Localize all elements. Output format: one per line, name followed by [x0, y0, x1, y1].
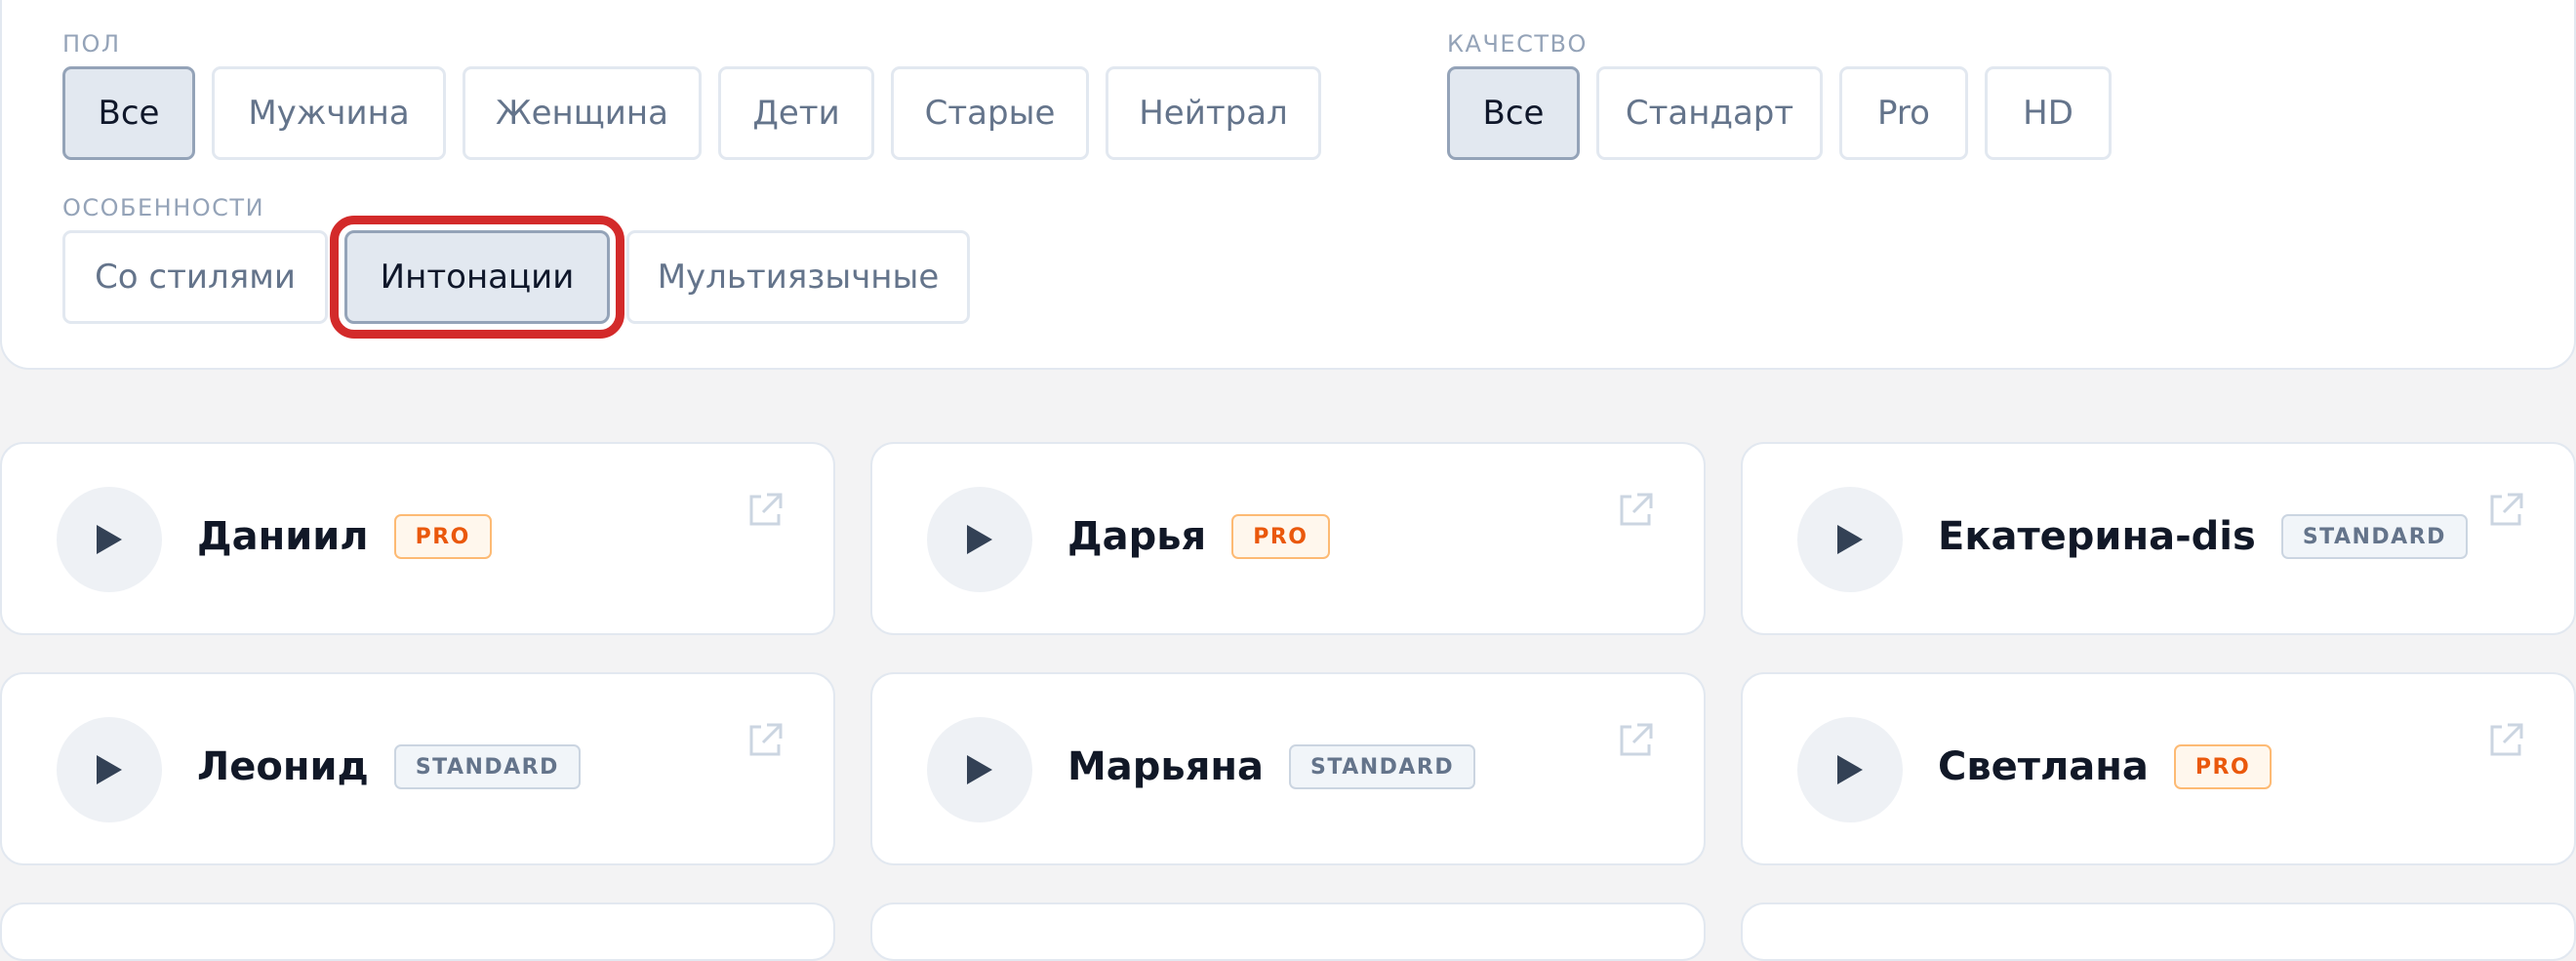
features-chips: Со стилями Интонации Мультиязычные: [62, 216, 970, 339]
voice-card-header: Светлана PRO: [1938, 744, 2273, 789]
voice-name: Марьяна: [1067, 744, 1265, 789]
gender-female-chip[interactable]: Женщина: [463, 66, 702, 160]
voice-card[interactable]: Леонид STANDARD: [0, 672, 835, 865]
gender-old-chip[interactable]: Старые: [891, 66, 1089, 160]
play-icon: [1837, 525, 1863, 554]
quality-standard-chip[interactable]: Стандарт: [1596, 66, 1823, 160]
external-link-icon[interactable]: [1616, 491, 1655, 530]
play-icon: [967, 755, 992, 784]
gender-all-chip[interactable]: Все: [62, 66, 195, 160]
voice-name: Дарья: [1067, 514, 1207, 559]
features-multilingual-chip[interactable]: Мультиязычные: [626, 230, 970, 324]
filter-panel: ПОЛ Все Мужчина Женщина Дети Старые Нейт…: [0, 0, 2576, 370]
gender-label: ПОЛ: [62, 30, 121, 58]
voice-card[interactable]: Екатерина-dis STANDARD: [1741, 442, 2576, 635]
voice-name: Леонид: [197, 744, 369, 789]
play-icon: [97, 525, 122, 554]
voice-card[interactable]: Дарья PRO: [870, 442, 1706, 635]
voice-card-header: Даниил PRO: [197, 514, 492, 559]
voice-grid: Даниил PRO Дарья PRO Екатерина-dis STAND…: [0, 442, 2576, 961]
external-link-icon[interactable]: [2486, 491, 2525, 530]
external-link-icon[interactable]: [745, 721, 785, 760]
external-link-icon[interactable]: [745, 491, 785, 530]
features-styles-chip[interactable]: Со стилями: [62, 230, 328, 324]
play-button[interactable]: [57, 717, 162, 822]
voice-card-header: Марьяна STANDARD: [1067, 744, 1476, 789]
quality-badge: STANDARD: [1289, 744, 1476, 789]
quality-label: КАЧЕСТВО: [1447, 30, 1588, 58]
voice-name: Даниил: [197, 514, 369, 559]
gender-chips: Все Мужчина Женщина Дети Старые Нейтрал: [62, 66, 1321, 160]
play-button[interactable]: [927, 487, 1032, 592]
features-intonation-chip[interactable]: Интонации: [330, 216, 624, 339]
voice-card-header: Леонид STANDARD: [197, 744, 581, 789]
quality-hd-chip[interactable]: HD: [1985, 66, 2112, 160]
voice-card-header: Екатерина-dis STANDARD: [1938, 514, 2468, 559]
play-icon: [97, 755, 122, 784]
quality-badge: STANDARD: [393, 744, 581, 789]
voice-card-partial[interactable]: [0, 902, 835, 961]
quality-badge: STANDARD: [2280, 514, 2468, 559]
voice-card[interactable]: Светлана PRO: [1741, 672, 2576, 865]
quality-badge: PRO: [2173, 744, 2273, 789]
gender-neutral-chip[interactable]: Нейтрал: [1106, 66, 1321, 160]
quality-pro-chip[interactable]: Pro: [1839, 66, 1968, 160]
play-button[interactable]: [1797, 717, 1903, 822]
features-label: ОСОБЕННОСТИ: [62, 194, 265, 221]
play-button[interactable]: [927, 717, 1032, 822]
quality-badge: PRO: [393, 514, 492, 559]
play-button[interactable]: [1797, 487, 1903, 592]
voice-card[interactable]: Даниил PRO: [0, 442, 835, 635]
voice-card-header: Дарья PRO: [1067, 514, 1330, 559]
voice-card-partial[interactable]: [1741, 902, 2576, 961]
quality-all-chip[interactable]: Все: [1447, 66, 1580, 160]
play-icon: [967, 525, 992, 554]
external-link-icon[interactable]: [2486, 721, 2525, 760]
voice-name: Светлана: [1938, 744, 2149, 789]
gender-male-chip[interactable]: Мужчина: [212, 66, 446, 160]
external-link-icon[interactable]: [1616, 721, 1655, 760]
quality-badge: PRO: [1231, 514, 1330, 559]
quality-chips: Все Стандарт Pro HD: [1447, 66, 2112, 160]
gender-children-chip[interactable]: Дети: [718, 66, 874, 160]
play-icon: [1837, 755, 1863, 784]
voice-name: Екатерина-dis: [1938, 514, 2256, 559]
voice-card-partial[interactable]: [870, 902, 1706, 961]
play-button[interactable]: [57, 487, 162, 592]
voice-card[interactable]: Марьяна STANDARD: [870, 672, 1706, 865]
